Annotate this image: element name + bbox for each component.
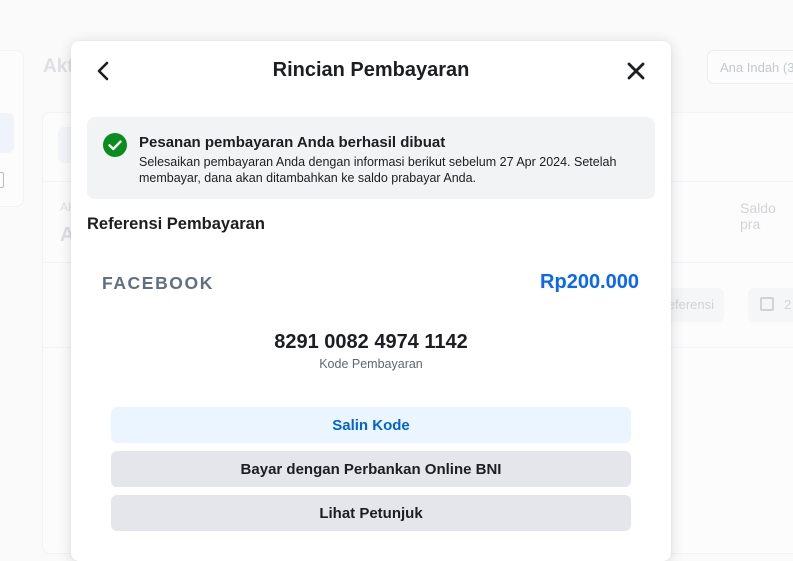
brand-label: FACEBOOK [102, 273, 214, 293]
background-user-selector: Ana Indah (3 [707, 50, 793, 84]
bni-online-banking-button[interactable]: Bayar dengan Perbankan Online BNI [111, 451, 631, 487]
background-date-text: 2 [784, 297, 792, 312]
success-title: Pesanan pembayaran Anda berhasil dibuat [139, 134, 446, 151]
background-page-title: Akt [43, 56, 74, 77]
background-date-filter: 2 [748, 288, 793, 322]
modal-header: Rincian Pembayaran [71, 41, 671, 101]
success-notice: Pesanan pembayaran Anda berhasil dibuat … [87, 117, 655, 199]
payment-details-modal: Rincian Pembayaran Pesanan pembayaran An… [71, 41, 671, 561]
payment-code-label: Kode Pembayaran [319, 357, 423, 371]
modal-title: Rincian Pembayaran [272, 59, 470, 81]
section-title: Referensi Pembayaran [87, 215, 265, 233]
payment-code: 8291 0082 4974 1142 [274, 331, 468, 353]
background-checkbox [0, 172, 4, 188]
background-nav-item [0, 113, 14, 153]
check-circle-icon [103, 133, 127, 157]
calendar-icon [760, 297, 774, 311]
success-description: Selesaikan pembayaran Anda dengan inform… [139, 155, 617, 185]
close-icon [627, 62, 645, 80]
close-button[interactable] [623, 58, 649, 84]
copy-code-button[interactable]: Salin Kode [111, 407, 631, 443]
payment-amount: Rp200.000 [540, 271, 639, 293]
view-instructions-button[interactable]: Lihat Petunjuk [111, 495, 631, 531]
background-saldo-label: Saldo pra [740, 200, 776, 232]
